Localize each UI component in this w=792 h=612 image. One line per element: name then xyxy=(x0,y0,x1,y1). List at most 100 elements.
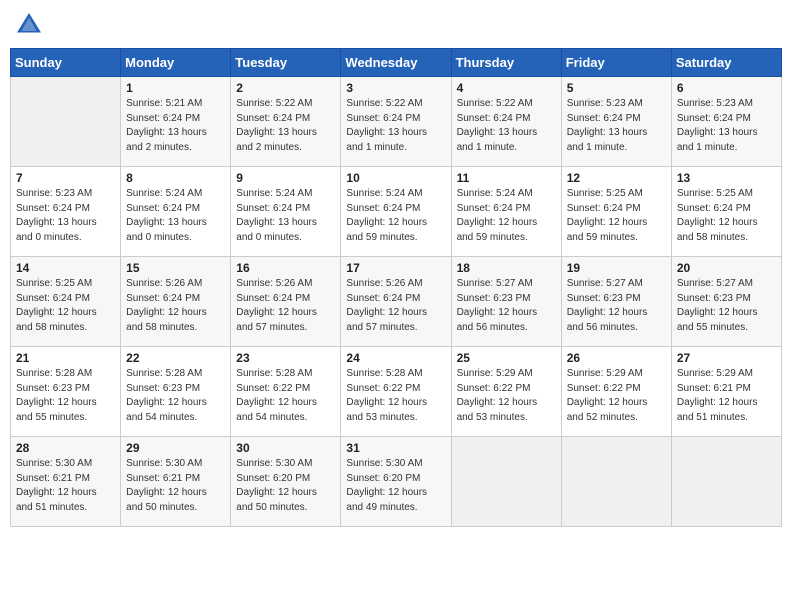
calendar-cell: 11 Sunrise: 5:24 AMSunset: 6:24 PMDayligh… xyxy=(451,167,561,257)
day-number: 31 xyxy=(346,441,445,455)
day-number: 29 xyxy=(126,441,225,455)
calendar-body: 1 Sunrise: 5:21 AMSunset: 6:24 PMDaylight… xyxy=(11,77,782,527)
calendar-cell: 14 Sunrise: 5:25 AMSunset: 6:24 PMDayligh… xyxy=(11,257,121,347)
calendar-header-cell: Saturday xyxy=(671,49,781,77)
day-info: Sunrise: 5:27 AMSunset: 6:23 PMDaylight:… xyxy=(567,277,666,335)
day-info: Sunrise: 5:28 AMSunset: 6:22 PMDaylight:… xyxy=(346,367,445,425)
day-number: 19 xyxy=(567,261,666,275)
calendar-cell: 21 Sunrise: 5:28 AMSunset: 6:23 PMDayligh… xyxy=(11,347,121,437)
logo-icon xyxy=(14,10,44,40)
calendar-cell: 28Sunrise: 5:30 AMSunset: 6:21 PMDayligh… xyxy=(11,437,121,527)
day-info: Sunrise: 5:24 AMSunset: 6:24 PMDaylight:… xyxy=(457,187,556,245)
day-number: 2 xyxy=(236,81,335,95)
calendar-row: 28 Sunrise: 5:30 AMSunset: 6:21 PMDayligh… xyxy=(11,437,782,527)
day-info: Sunrise: 5:24 AMSunset: 6:24 PMDaylight:… xyxy=(346,187,445,245)
day-info: Sunrise: 5:29 AMSunset: 6:22 PMDaylight:… xyxy=(457,367,556,425)
day-info: Sunrise: 5:21 AMSunset: 6:24 PMDaylight:… xyxy=(126,97,225,155)
day-number: 25 xyxy=(457,351,556,365)
day-info: Sunrise: 5:25 AMSunset: 6:24 PMDaylight:… xyxy=(567,187,666,245)
day-number: 14 xyxy=(16,261,115,275)
day-number: 22 xyxy=(126,351,225,365)
calendar-cell: 13Sunrise: 5:25 AMSunset: 6:24 PMDayligh… xyxy=(671,167,781,257)
calendar-cell: 9 Sunrise: 5:24 AMSunset: 6:24 PMDaylight… xyxy=(231,167,341,257)
day-info: Sunrise: 5:26 AMSunset: 6:24 PMDaylight:… xyxy=(126,277,225,335)
calendar-cell: 2 Sunrise: 5:22 AMSunset: 6:24 PMDaylight… xyxy=(231,77,341,167)
calendar-cell: 4 Sunrise: 5:22 AMSunset: 6:24 PMDaylight… xyxy=(451,77,561,167)
day-info: Sunrise: 5:28 AMSunset: 6:23 PMDaylight:… xyxy=(16,367,115,425)
day-number: 1 xyxy=(126,81,225,95)
calendar-header-row: SundayMondayTuesdayWednesdayThursdayFrid… xyxy=(11,49,782,77)
day-info: Sunrise: 5:29 AMSunset: 6:21 PMDaylight:… xyxy=(677,367,776,425)
calendar-cell: 26 Sunrise: 5:29 AMSunset: 6:22 PMDayligh… xyxy=(561,347,671,437)
calendar-cell: 30 Sunrise: 5:30 AMSunset: 6:20 PMDayligh… xyxy=(231,437,341,527)
calendar-row: 21 Sunrise: 5:28 AMSunset: 6:23 PMDayligh… xyxy=(11,347,782,437)
day-number: 6 xyxy=(677,81,776,95)
calendar-header-cell: Thursday xyxy=(451,49,561,77)
calendar-cell: 5 Sunrise: 5:23 AMSunset: 6:24 PMDaylight… xyxy=(561,77,671,167)
day-number: 16 xyxy=(236,261,335,275)
day-number: 4 xyxy=(457,81,556,95)
calendar-cell: 27 Sunrise: 5:29 AMSunset: 6:21 PMDayligh… xyxy=(671,347,781,437)
day-number: 24 xyxy=(346,351,445,365)
calendar-cell: 15 Sunrise: 5:26 AMSunset: 6:24 PMDayligh… xyxy=(121,257,231,347)
calendar-cell xyxy=(11,77,121,167)
day-info: Sunrise: 5:25 AMSunset: 6:24 PMDaylight:… xyxy=(16,277,115,335)
day-number: 18 xyxy=(457,261,556,275)
day-info: Sunrise: 5:28 AMSunset: 6:22 PMDaylight:… xyxy=(236,367,335,425)
day-number: 8 xyxy=(126,171,225,185)
calendar-cell: 31Sunrise: 5:30 AMSunset: 6:20 PMDayligh… xyxy=(341,437,451,527)
calendar-cell: 22Sunrise: 5:28 AMSunset: 6:23 PMDayligh… xyxy=(121,347,231,437)
calendar-cell: 7Sunrise: 5:23 AMSunset: 6:24 PMDaylight… xyxy=(11,167,121,257)
calendar-table: SundayMondayTuesdayWednesdayThursdayFrid… xyxy=(10,48,782,527)
day-number: 5 xyxy=(567,81,666,95)
day-number: 10 xyxy=(346,171,445,185)
day-info: Sunrise: 5:26 AMSunset: 6:24 PMDaylight:… xyxy=(346,277,445,335)
calendar-cell xyxy=(561,437,671,527)
day-info: Sunrise: 5:22 AMSunset: 6:24 PMDaylight:… xyxy=(346,97,445,155)
day-number: 13 xyxy=(677,171,776,185)
day-number: 15 xyxy=(126,261,225,275)
calendar-row: 1 Sunrise: 5:21 AMSunset: 6:24 PMDaylight… xyxy=(11,77,782,167)
day-info: Sunrise: 5:26 AMSunset: 6:24 PMDaylight:… xyxy=(236,277,335,335)
day-info: Sunrise: 5:23 AMSunset: 6:24 PMDaylight:… xyxy=(567,97,666,155)
page-header xyxy=(10,10,782,40)
calendar-cell: 19 Sunrise: 5:27 AMSunset: 6:23 PMDayligh… xyxy=(561,257,671,347)
day-number: 17 xyxy=(346,261,445,275)
calendar-row: 14 Sunrise: 5:25 AMSunset: 6:24 PMDayligh… xyxy=(11,257,782,347)
calendar-cell xyxy=(451,437,561,527)
day-number: 26 xyxy=(567,351,666,365)
calendar-cell: 3 Sunrise: 5:22 AMSunset: 6:24 PMDaylight… xyxy=(341,77,451,167)
calendar-header-cell: Monday xyxy=(121,49,231,77)
calendar-cell: 6 Sunrise: 5:23 AMSunset: 6:24 PMDaylight… xyxy=(671,77,781,167)
day-info: Sunrise: 5:22 AMSunset: 6:24 PMDaylight:… xyxy=(236,97,335,155)
day-number: 3 xyxy=(346,81,445,95)
day-number: 12 xyxy=(567,171,666,185)
day-info: Sunrise: 5:30 AMSunset: 6:20 PMDaylight:… xyxy=(236,457,335,515)
calendar-cell: 23Sunrise: 5:28 AMSunset: 6:22 PMDayligh… xyxy=(231,347,341,437)
day-number: 30 xyxy=(236,441,335,455)
day-info: Sunrise: 5:24 AMSunset: 6:24 PMDaylight:… xyxy=(126,187,225,245)
day-info: Sunrise: 5:27 AMSunset: 6:23 PMDaylight:… xyxy=(677,277,776,335)
day-number: 11 xyxy=(457,171,556,185)
calendar-cell: 16 Sunrise: 5:26 AMSunset: 6:24 PMDayligh… xyxy=(231,257,341,347)
day-number: 27 xyxy=(677,351,776,365)
day-number: 20 xyxy=(677,261,776,275)
day-info: Sunrise: 5:30 AMSunset: 6:21 PMDaylight:… xyxy=(126,457,225,515)
calendar-cell xyxy=(671,437,781,527)
calendar-row: 7Sunrise: 5:23 AMSunset: 6:24 PMDaylight… xyxy=(11,167,782,257)
calendar-cell: 20 Sunrise: 5:27 AMSunset: 6:23 PMDayligh… xyxy=(671,257,781,347)
calendar-header-cell: Wednesday xyxy=(341,49,451,77)
calendar-header-cell: Sunday xyxy=(11,49,121,77)
day-info: Sunrise: 5:22 AMSunset: 6:24 PMDaylight:… xyxy=(457,97,556,155)
calendar-header-cell: Tuesday xyxy=(231,49,341,77)
calendar-cell: 24 Sunrise: 5:28 AMSunset: 6:22 PMDayligh… xyxy=(341,347,451,437)
day-info: Sunrise: 5:23 AMSunset: 6:24 PMDaylight:… xyxy=(677,97,776,155)
calendar-cell: 25 Sunrise: 5:29 AMSunset: 6:22 PMDayligh… xyxy=(451,347,561,437)
day-number: 28 xyxy=(16,441,115,455)
day-info: Sunrise: 5:29 AMSunset: 6:22 PMDaylight:… xyxy=(567,367,666,425)
day-info: Sunrise: 5:24 AMSunset: 6:24 PMDaylight:… xyxy=(236,187,335,245)
logo xyxy=(14,10,48,40)
day-number: 9 xyxy=(236,171,335,185)
calendar-header-cell: Friday xyxy=(561,49,671,77)
day-number: 21 xyxy=(16,351,115,365)
